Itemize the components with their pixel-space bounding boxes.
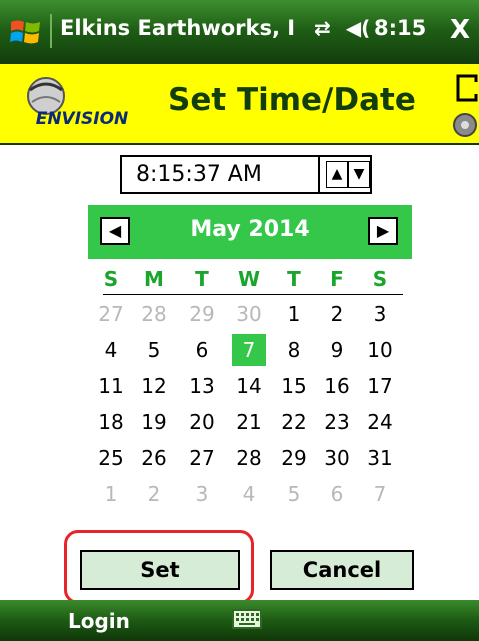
calendar-day[interactable]: 5 <box>137 334 171 366</box>
windows-start-icon[interactable] <box>8 14 44 50</box>
weekday-divider <box>103 294 403 295</box>
calendar-day[interactable]: 16 <box>320 370 354 402</box>
month-year-label[interactable]: May 2014 <box>88 217 412 242</box>
header-divider <box>0 143 479 145</box>
cancel-button[interactable]: Cancel <box>270 550 414 590</box>
calendar-day[interactable]: 2 <box>320 298 354 330</box>
weekday-label: T <box>195 267 209 291</box>
time-down-arrow-icon[interactable]: ▼ <box>348 161 370 188</box>
softkey-bar: Login <box>0 600 479 641</box>
calendar-day[interactable]: 25 <box>94 442 128 474</box>
time-value[interactable]: 8:15:37 AM <box>136 162 262 187</box>
weekday-label: W <box>237 267 261 291</box>
calendar-day[interactable]: 17 <box>363 370 397 402</box>
calendar-day[interactable]: 7 <box>232 334 266 366</box>
calendar-day[interactable]: 28 <box>137 298 171 330</box>
calendar-day[interactable]: 24 <box>363 406 397 438</box>
calendar-day[interactable]: 19 <box>137 406 171 438</box>
calendar-day[interactable]: 21 <box>232 406 266 438</box>
weekday-label: S <box>103 267 119 291</box>
calendar-day[interactable]: 31 <box>363 442 397 474</box>
calendar-day[interactable]: 6 <box>185 334 219 366</box>
calendar-day[interactable]: 6 <box>320 478 354 510</box>
envision-logo: ENVISION <box>27 77 129 129</box>
keyboard-icon[interactable] <box>232 608 262 630</box>
set-button[interactable]: Set <box>80 550 240 590</box>
calendar-header: May 2014 ◀ ▶ <box>88 205 412 259</box>
clock[interactable]: 8:15 <box>374 16 426 40</box>
battery-icon <box>456 74 478 102</box>
weekday-label: S <box>372 267 388 291</box>
calendar-day[interactable]: 14 <box>232 370 266 402</box>
prev-month-arrow-icon[interactable]: ◀ <box>100 217 130 245</box>
calendar-day[interactable]: 1 <box>94 478 128 510</box>
calendar-day[interactable]: 2 <box>137 478 171 510</box>
app-title[interactable]: Elkins Earthworks, I <box>60 16 295 40</box>
time-picker[interactable]: 8:15:37 AM ▲ ▼ <box>120 155 372 194</box>
title-separator <box>50 14 52 48</box>
gear-icon[interactable] <box>452 112 478 138</box>
close-button[interactable]: X <box>444 12 476 48</box>
calendar-day[interactable]: 12 <box>137 370 171 402</box>
calendar-day[interactable]: 28 <box>232 442 266 474</box>
calendar-day[interactable]: 3 <box>185 478 219 510</box>
time-up-arrow-icon[interactable]: ▲ <box>326 161 348 188</box>
next-month-arrow-icon[interactable]: ▶ <box>368 217 398 245</box>
page-title: Set Time/Date <box>168 82 416 118</box>
calendar-day[interactable]: 1 <box>277 298 311 330</box>
weekday-label: F <box>330 267 344 291</box>
calendar-day[interactable]: 18 <box>94 406 128 438</box>
calendar-day[interactable]: 27 <box>185 442 219 474</box>
page-header: ENVISION Set Time/Date <box>0 64 479 144</box>
calendar-day[interactable]: 15 <box>277 370 311 402</box>
svg-text:ENVISION: ENVISION <box>36 109 129 129</box>
calendar-day[interactable]: 30 <box>320 442 354 474</box>
calendar-day[interactable]: 20 <box>185 406 219 438</box>
calendar-day[interactable]: 5 <box>277 478 311 510</box>
time-divider <box>318 157 320 192</box>
calendar-day[interactable]: 26 <box>137 442 171 474</box>
login-softkey[interactable]: Login <box>68 609 130 633</box>
calendar-day[interactable]: 8 <box>277 334 311 366</box>
calendar-day[interactable]: 29 <box>277 442 311 474</box>
calendar-day[interactable]: 11 <box>94 370 128 402</box>
calendar-day[interactable]: 3 <box>363 298 397 330</box>
weekday-label: T <box>287 267 301 291</box>
connectivity-icon[interactable]: ⇄ <box>314 16 331 40</box>
calendar-day[interactable]: 4 <box>232 478 266 510</box>
title-bar: Elkins Earthworks, I ⇄ ◀( 8:15 X <box>0 0 479 64</box>
calendar-day[interactable]: 10 <box>363 334 397 366</box>
calendar-day[interactable]: 22 <box>277 406 311 438</box>
calendar-day[interactable]: 30 <box>232 298 266 330</box>
calendar-day[interactable]: 9 <box>320 334 354 366</box>
calendar-day[interactable]: 29 <box>185 298 219 330</box>
volume-icon[interactable]: ◀( <box>346 16 371 40</box>
calendar-day[interactable]: 27 <box>94 298 128 330</box>
calendar-day[interactable]: 23 <box>320 406 354 438</box>
weekday-label: M <box>144 267 164 291</box>
calendar-day[interactable]: 4 <box>94 334 128 366</box>
calendar-day[interactable]: 7 <box>363 478 397 510</box>
calendar-day[interactable]: 13 <box>185 370 219 402</box>
